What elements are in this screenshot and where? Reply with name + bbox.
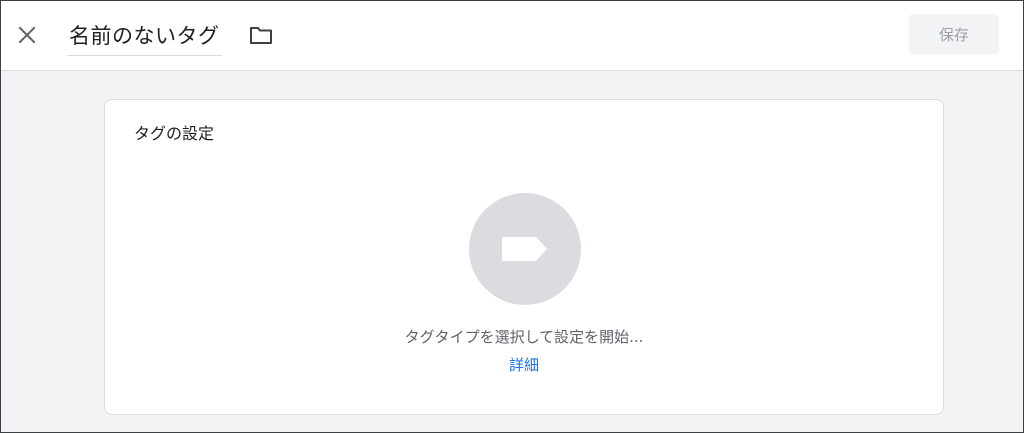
save-button[interactable]: 保存 — [909, 14, 999, 54]
tag-name-field[interactable]: 名前のないタグ — [67, 15, 222, 56]
close-icon — [18, 26, 36, 44]
tag-editor-window: 名前のないタグ 保存 タグの設定 タグタイプを選択して設定を開始... 詳細 — [0, 0, 1024, 433]
close-button[interactable] — [13, 21, 41, 49]
tag-configuration-card: タグの設定 タグタイプを選択して設定を開始... 詳細 — [104, 99, 944, 415]
choose-tag-type-button[interactable] — [469, 193, 581, 305]
tag-icon — [502, 237, 547, 261]
folder-button[interactable] — [247, 23, 275, 47]
details-link-row: 詳細 — [105, 354, 943, 375]
folder-icon — [250, 27, 272, 44]
choose-tag-type-prompt[interactable]: タグタイプを選択して設定を開始... — [105, 326, 943, 347]
details-link[interactable]: 詳細 — [509, 356, 539, 374]
card-title: タグの設定 — [134, 124, 215, 143]
tag-name-text: 名前のないタグ — [69, 24, 220, 48]
top-bar: 名前のないタグ 保存 — [1, 1, 1023, 71]
